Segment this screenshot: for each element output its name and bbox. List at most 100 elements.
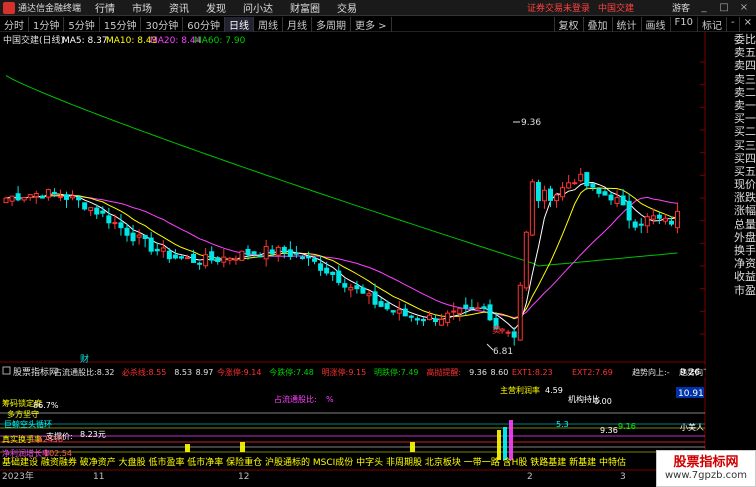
candle-body[interactable]	[638, 223, 644, 226]
candle-body[interactable]	[94, 207, 100, 215]
period-tab-daily[interactable]: 日线	[224, 16, 254, 32]
candle-body[interactable]	[614, 196, 620, 204]
candle-body[interactable]	[584, 172, 590, 187]
candle-body[interactable]	[590, 183, 596, 188]
candle-body[interactable]	[354, 285, 360, 290]
adjust-button[interactable]: 复权	[553, 16, 583, 32]
candle-body[interactable]	[420, 319, 426, 322]
candle-body[interactable]	[578, 173, 584, 182]
candle-body[interactable]	[33, 193, 39, 198]
side-item[interactable]: 换手	[734, 244, 756, 257]
candle-body[interactable]	[372, 291, 378, 305]
period-tab[interactable]: 分时	[0, 16, 29, 32]
side-item[interactable]: 外盘	[734, 231, 756, 244]
candle-body[interactable]	[463, 304, 469, 309]
candle-body[interactable]	[554, 194, 560, 202]
candle-body[interactable]	[287, 249, 293, 257]
candle-body[interactable]	[529, 181, 535, 236]
overlay-button[interactable]: 叠加	[582, 16, 612, 32]
side-item[interactable]: 收益	[734, 270, 756, 283]
menu-item-news[interactable]: 资讯	[169, 0, 189, 15]
candle-body[interactable]	[148, 237, 154, 252]
side-item[interactable]: 买五	[734, 165, 756, 178]
candle-body[interactable]	[451, 310, 457, 313]
menu-item-market[interactable]: 市场	[132, 0, 152, 15]
panel-minimize-button[interactable]: -	[726, 16, 739, 32]
candle-body[interactable]	[269, 249, 275, 255]
candle-body[interactable]	[306, 256, 311, 259]
alert-stock[interactable]: 中国交建	[598, 1, 634, 14]
candle-body[interactable]	[396, 309, 402, 314]
candle-body[interactable]	[675, 210, 681, 229]
candle-body[interactable]	[124, 227, 130, 236]
candle-body[interactable]	[221, 256, 227, 263]
candle-body[interactable]	[9, 195, 15, 202]
side-item[interactable]: 买二	[734, 125, 756, 138]
period-tab[interactable]: 60分钟	[183, 16, 225, 32]
candle-body[interactable]	[64, 194, 69, 200]
side-item[interactable]: 卖二	[734, 86, 756, 99]
login-alert[interactable]: 证券交易未登录	[527, 1, 590, 14]
candle-body[interactable]	[439, 318, 445, 326]
candle-body[interactable]	[27, 194, 33, 199]
candle-body[interactable]	[100, 210, 106, 214]
candle-body[interactable]	[548, 188, 553, 201]
indicator-name[interactable]: 股票指标网	[13, 366, 58, 378]
candle-body[interactable]	[360, 287, 366, 294]
candle-body[interactable]	[517, 284, 523, 341]
candle-body[interactable]	[469, 306, 475, 309]
candle-body[interactable]	[632, 221, 638, 228]
candle-body[interactable]	[227, 257, 233, 261]
candle-body[interactable]	[130, 232, 136, 242]
candle-body[interactable]	[457, 308, 463, 315]
candle-body[interactable]	[433, 318, 439, 323]
candle-body[interactable]	[408, 315, 414, 318]
candle-body[interactable]	[505, 331, 511, 334]
side-item[interactable]: 买四	[734, 152, 756, 165]
candle-body[interactable]	[15, 193, 21, 201]
candle-body[interactable]	[245, 248, 251, 256]
mark-button[interactable]: 标记	[697, 16, 726, 32]
candle-body[interactable]	[275, 246, 281, 256]
candle-body[interactable]	[112, 222, 118, 225]
period-tab[interactable]: 30分钟	[141, 16, 184, 32]
panel-close-button[interactable]: ×	[738, 16, 756, 32]
period-tab[interactable]: 多周期	[312, 16, 351, 32]
candle-body[interactable]	[487, 304, 493, 321]
candle-body[interactable]	[427, 314, 432, 321]
close-button[interactable]: ×	[738, 2, 750, 13]
candle-body[interactable]	[21, 197, 27, 201]
candle-body[interactable]	[51, 191, 57, 194]
period-tab[interactable]: 5分钟	[64, 16, 100, 32]
period-tab[interactable]: 15分钟	[100, 16, 142, 32]
guest-user[interactable]: 游客	[672, 1, 690, 14]
candle-body[interactable]	[263, 246, 269, 260]
candle-body[interactable]	[293, 252, 299, 255]
menu-item-quotes[interactable]: 行情	[95, 0, 115, 15]
candle-body[interactable]	[366, 293, 372, 297]
side-item[interactable]: 卖一	[734, 99, 756, 112]
candle-body[interactable]	[257, 255, 263, 258]
candle-body[interactable]	[523, 231, 529, 289]
side-item[interactable]: 卖五	[734, 46, 756, 59]
candle-body[interactable]	[626, 200, 632, 221]
concept-tags[interactable]: 基础建设 融资融券 破净资产 大盘股 低市盈率 低市净率 保险重仓 沪股通标的 …	[2, 456, 626, 468]
side-item[interactable]: 买三	[734, 139, 756, 152]
candle-body[interactable]	[541, 189, 547, 202]
candle-body[interactable]	[142, 234, 148, 239]
candle-body[interactable]	[566, 182, 572, 189]
candle-body[interactable]	[197, 262, 203, 265]
menu-item-ask[interactable]: 问小达	[243, 0, 273, 15]
menu-item-trade[interactable]: 交易	[337, 0, 357, 15]
candle-body[interactable]	[535, 181, 541, 202]
candle-body[interactable]	[166, 250, 172, 260]
candle-body[interactable]	[644, 216, 650, 227]
candle-body[interactable]	[608, 194, 614, 201]
maximize-button[interactable]: □	[718, 2, 730, 13]
side-item[interactable]: 市盈	[734, 284, 756, 297]
candle-body[interactable]	[650, 215, 656, 220]
candle-body[interactable]	[481, 306, 487, 309]
candle-body[interactable]	[88, 207, 94, 211]
candle-body[interactable]	[402, 308, 408, 317]
period-tab[interactable]: 周线	[254, 16, 283, 32]
